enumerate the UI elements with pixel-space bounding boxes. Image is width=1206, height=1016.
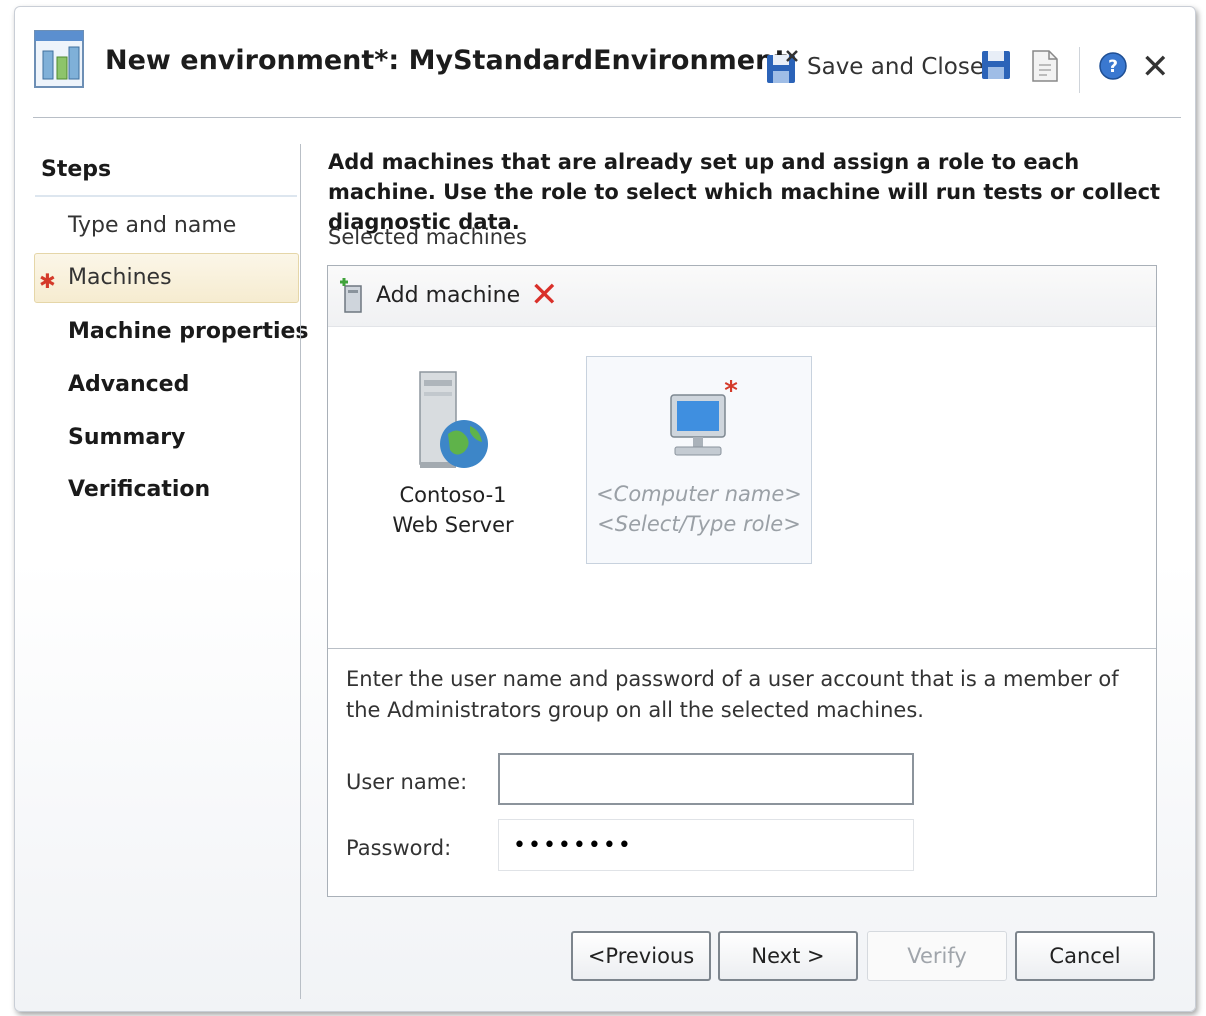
password-input[interactable] [498, 819, 914, 871]
machine-role-placeholder: <Select/Type role> [597, 512, 801, 536]
header-separator [1079, 47, 1080, 93]
svg-text:?: ? [1108, 57, 1118, 77]
steps-heading: Steps [41, 157, 112, 182]
sidebar-item-verification[interactable]: Verification [68, 477, 210, 502]
help-button[interactable]: ? [1098, 51, 1128, 81]
selected-machines-label: Selected machines [328, 225, 527, 249]
sidebar-item-advanced[interactable]: Advanced [68, 372, 189, 397]
remove-machine-icon[interactable]: ✕ [530, 276, 559, 314]
previous-button[interactable]: <Previous [571, 931, 711, 981]
next-button[interactable]: Next > [718, 931, 858, 981]
sidebar-item-machine-properties[interactable]: Machine properties [68, 319, 309, 344]
help-icon: ? [1099, 52, 1127, 80]
environment-icon [34, 30, 84, 88]
machine-role: Web Server [392, 513, 514, 537]
machine-name-placeholder: <Computer name> [596, 482, 802, 506]
machine-name: Contoso-1 [399, 483, 507, 507]
selected-machines-panel: Add machine ✕ Contoso-1 Web Server * <Co… [327, 265, 1157, 897]
sidebar-divider [300, 144, 301, 999]
web-server-icon [419, 371, 488, 468]
document-button[interactable] [1031, 49, 1059, 83]
credentials-instructions: Enter the user name and password of a us… [346, 667, 1119, 722]
sidebar-item-type-and-name[interactable]: Type and name [68, 213, 236, 238]
close-icon[interactable]: ✕ [1141, 47, 1170, 87]
username-input[interactable] [498, 753, 914, 805]
save-icon [982, 51, 1010, 79]
save-and-close-label: Save and Close [807, 54, 985, 80]
credentials-divider [328, 648, 1156, 649]
save-and-close-button[interactable]: Save and Close [765, 47, 984, 87]
document-icon [1032, 50, 1058, 82]
computer-icon: * [670, 376, 738, 456]
machine-card-contoso-1[interactable]: Contoso-1 Web Server [368, 366, 538, 540]
sidebar-item-machines[interactable]: Machines [68, 265, 172, 290]
save-and-close-icon [767, 50, 798, 83]
machine-card-new[interactable]: * <Computer name> <Select/Type role> [586, 356, 812, 564]
header-divider [33, 117, 1181, 118]
sidebar-item-summary[interactable]: Summary [68, 425, 185, 450]
username-label: User name: [346, 770, 468, 794]
password-label: Password: [346, 836, 452, 860]
intro-text: Add machines that are already set up and… [328, 150, 1161, 234]
verify-button[interactable]: Verify [867, 931, 1007, 981]
machines-toolbar: Add machine ✕ [328, 266, 1156, 327]
svg-text:*: * [724, 376, 738, 406]
add-machine-icon [340, 278, 362, 313]
save-button[interactable] [981, 49, 1011, 81]
steps-heading-underline [35, 195, 297, 197]
required-star-icon: ✱ [39, 269, 56, 293]
add-machine-button[interactable]: Add machine [340, 276, 520, 314]
new-environment-dialog: New environment*: MyStandardEnvironment … [14, 6, 1196, 1012]
add-machine-label: Add machine [376, 282, 521, 308]
cancel-button[interactable]: Cancel [1015, 931, 1155, 981]
dialog-title: New environment*: MyStandardEnvironment [105, 45, 788, 76]
